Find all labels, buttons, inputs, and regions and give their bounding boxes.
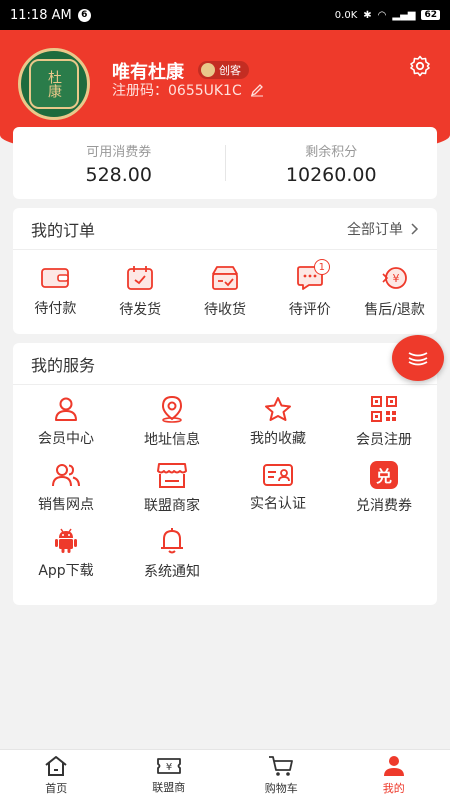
registration-code: 注册码：0655UK1C	[112, 80, 264, 100]
layers-icon	[408, 352, 428, 366]
tab-home-label: 首页	[45, 781, 68, 795]
service-label: 销售网点	[38, 497, 94, 513]
tab-cart[interactable]: 购物车	[225, 750, 338, 800]
star-icon	[265, 397, 291, 421]
points-balance-value: 10260.00	[285, 163, 377, 186]
service-label: 我的收藏	[250, 431, 306, 447]
signal-icon: ▂▄▆	[392, 9, 416, 21]
service-address-info[interactable]: 地址信息	[119, 389, 225, 455]
network-speed: 0.0K	[334, 9, 358, 21]
order-pending-review[interactable]: 1 待评价	[267, 259, 352, 319]
service-member-center[interactable]: 会员中心	[13, 389, 119, 455]
qr-icon	[371, 396, 397, 422]
tab-home[interactable]: 首页	[0, 750, 113, 800]
shop-icon	[157, 463, 187, 488]
coupon-balance[interactable]: 可用消费券 528.00	[13, 141, 225, 186]
order-after-sales[interactable]: ¥ 售后/退款	[352, 265, 437, 319]
coupon-balance-label: 可用消费券	[86, 144, 152, 160]
service-label: 兑消费券	[356, 498, 412, 514]
order-pending-payment[interactable]: 待付款	[13, 266, 98, 318]
order-pending-shipment[interactable]: 待发货	[98, 265, 183, 319]
coupon-balance-value: 528.00	[85, 163, 152, 186]
order-after-sales-label: 售后/退款	[364, 302, 425, 318]
bluetooth-icon: ✱	[363, 9, 372, 21]
registration-code-text: 注册码：0655UK1C	[112, 83, 242, 99]
status-bar: 11:18 AM 6 0.0K ✱ ◠ ▂▄▆ 62	[0, 0, 450, 30]
bell-icon	[161, 528, 183, 554]
all-orders-label: 全部订单	[347, 221, 403, 238]
avatar[interactable]: 杜康	[18, 48, 90, 120]
service-real-name-verify[interactable]: 实名认证	[225, 455, 331, 521]
medal-icon	[201, 63, 215, 77]
services-card: 我的服务 会员中心 地址信息 我的收藏 会员注册 销售网点 联盟商家 实名认证 …	[13, 343, 437, 605]
service-label: 会员中心	[38, 431, 94, 447]
settings-gear-icon[interactable]	[408, 54, 432, 78]
wifi-icon: ◠	[377, 9, 387, 21]
battery-icon: 62	[421, 10, 440, 20]
box-icon	[212, 266, 238, 290]
avatar-logo: 杜康	[29, 59, 79, 109]
ticket-icon: ¥	[156, 757, 181, 774]
service-app-download[interactable]: App下载	[13, 521, 119, 587]
service-label: 实名认证	[250, 496, 306, 512]
group-icon	[52, 464, 80, 487]
redeem-icon: 兑	[370, 461, 398, 489]
orders-title: 我的订单	[31, 220, 96, 240]
refund-icon: ¥	[382, 267, 407, 289]
svg-text:¥: ¥	[166, 762, 172, 773]
status-time: 11:18 AM	[10, 7, 72, 23]
service-system-notice[interactable]: 系统通知	[119, 521, 225, 587]
cart-icon	[269, 755, 294, 776]
order-pending-receipt-label: 待收货	[203, 302, 246, 318]
chevron-right-icon	[411, 222, 419, 235]
notification-count-badge: 6	[77, 8, 91, 22]
bottom-tab-bar: 首页 ¥ 联盟商 购物车 我的	[0, 749, 450, 800]
all-orders-link[interactable]: 全部订单	[347, 219, 419, 239]
tab-cart-label: 购物车	[264, 781, 298, 795]
services-header: 我的服务	[13, 343, 437, 385]
svg-text:¥: ¥	[392, 272, 399, 285]
person-icon	[55, 397, 77, 421]
role-label: 创客	[219, 64, 241, 77]
service-label: App下载	[38, 563, 94, 579]
order-pending-payment-label: 待付款	[34, 301, 77, 317]
tab-alliance-label: 联盟商	[152, 780, 186, 794]
tab-alliance[interactable]: ¥ 联盟商	[113, 750, 226, 800]
redeem-glyph: 兑	[375, 467, 392, 486]
service-member-register[interactable]: 会员注册	[331, 389, 437, 455]
calendar-icon	[127, 266, 154, 290]
wallet-icon	[41, 268, 70, 288]
points-balance[interactable]: 剩余积分 10260.00	[226, 141, 438, 186]
service-sales-outlets[interactable]: 销售网点	[13, 455, 119, 521]
tab-mine-label: 我的	[382, 781, 405, 795]
service-favorites[interactable]: 我的收藏	[225, 389, 331, 455]
services-title: 我的服务	[31, 355, 96, 375]
android-icon	[55, 528, 77, 553]
review-count-badge: 1	[313, 259, 330, 275]
points-balance-label: 剩余积分	[305, 144, 358, 160]
orders-card: 我的订单 全部订单 待付款 待发货 待收货 1 待评价 ¥ 售后/退款	[13, 208, 437, 334]
tab-mine[interactable]: 我的	[338, 750, 450, 800]
edit-icon[interactable]	[250, 83, 264, 97]
service-label: 会员注册	[356, 432, 412, 448]
service-alliance-merchants[interactable]: 联盟商家	[119, 455, 225, 521]
service-label: 地址信息	[144, 432, 200, 448]
service-label: 系统通知	[144, 564, 200, 580]
location-icon	[161, 395, 183, 423]
role-badge: 创客	[198, 61, 249, 79]
orders-header: 我的订单 全部订单	[13, 208, 437, 250]
floating-menu-button[interactable]	[392, 335, 444, 381]
balance-card: 可用消费券 528.00 剩余积分 10260.00	[13, 127, 437, 199]
order-pending-review-label: 待评价	[288, 302, 331, 318]
home-icon	[45, 755, 67, 776]
service-label: 联盟商家	[144, 498, 200, 514]
order-pending-shipment-label: 待发货	[119, 302, 162, 318]
user-icon	[383, 755, 404, 776]
id-card-icon	[263, 464, 293, 486]
service-redeem-coupon[interactable]: 兑 兑消费券	[331, 455, 437, 521]
order-pending-receipt[interactable]: 待收货	[183, 265, 268, 319]
